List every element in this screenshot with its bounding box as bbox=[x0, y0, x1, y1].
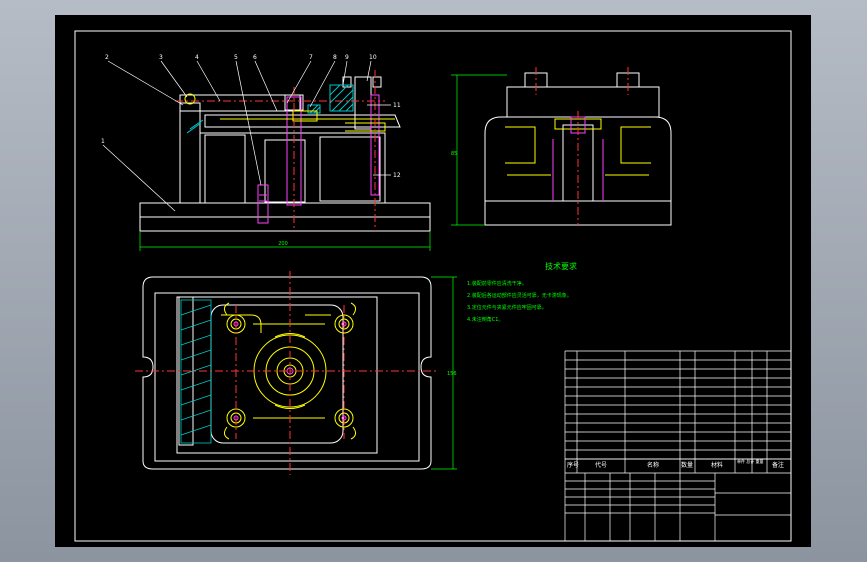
front-bolts bbox=[257, 94, 380, 224]
front-view: 200 2 3 4 5 6 7 8 9 10 11 12 1 bbox=[101, 54, 431, 251]
side-height-dimension: 85 bbox=[451, 151, 457, 157]
side-dimension bbox=[451, 74, 507, 226]
balloon-label: 5 bbox=[234, 54, 238, 61]
bom-header-weight: 单件 总计 重量 bbox=[737, 458, 764, 464]
balloon-label: 9 bbox=[345, 54, 349, 61]
tech-req-line: 2.装配后各运动部件应灵活可靠，无卡滞现象。 bbox=[467, 292, 572, 299]
bom-header-qty: 数量 bbox=[681, 461, 693, 469]
front-hatch bbox=[186, 84, 354, 134]
bom-header-name: 名称 bbox=[647, 461, 659, 469]
side-view: 85 bbox=[451, 67, 672, 226]
tech-req-line: 3.定位元件与夹紧元件应牢固可靠。 bbox=[467, 304, 547, 311]
technical-requirements: 技术要求 1.装配前零件应清洗干净。 2.装配后各运动部件应灵活可靠，无卡滞现象… bbox=[467, 261, 577, 323]
bom-header-code: 代号 bbox=[595, 461, 607, 469]
front-leaders bbox=[102, 60, 391, 212]
bom-header-seq: 序号 bbox=[567, 461, 579, 469]
bom-header: 序号 代号 名称 数量 材料 单件 总计 重量 备注 bbox=[567, 458, 784, 469]
balloon-labels: 2 3 4 5 6 7 8 9 10 11 12 1 bbox=[101, 54, 401, 179]
plan-height-dimension: 156 bbox=[447, 371, 457, 377]
balloon-label: 12 bbox=[393, 172, 401, 179]
bom-header-remark: 备注 bbox=[772, 461, 784, 469]
balloon-label: 6 bbox=[253, 54, 257, 61]
bom-table bbox=[564, 350, 791, 541]
front-width-dimension: 200 bbox=[278, 241, 288, 247]
assembly-drawing: 200 2 3 4 5 6 7 8 9 10 11 12 1 85 156 技术要求 … bbox=[74, 30, 792, 542]
bom-header-material: 材料 bbox=[711, 461, 723, 469]
front-hidden bbox=[184, 93, 395, 132]
tech-req-title: 技术要求 bbox=[545, 261, 577, 271]
cad-window: 200 2 3 4 5 6 7 8 9 10 11 12 1 85 156 技术… bbox=[0, 0, 867, 562]
balloon-label: 1 bbox=[101, 138, 105, 145]
balloon-label: 4 bbox=[195, 54, 199, 61]
balloon-label: 11 bbox=[393, 102, 401, 109]
plan-view: 156 bbox=[135, 271, 457, 475]
tech-req-line: 1.装配前零件应清洗干净。 bbox=[467, 280, 527, 287]
balloon-label: 10 bbox=[369, 54, 377, 61]
balloon-label: 3 bbox=[159, 54, 163, 61]
balloon-label: 2 bbox=[105, 54, 109, 61]
balloon-label: 8 bbox=[333, 54, 337, 61]
title-block: 序号 代号 名称 数量 材料 单件 总计 重量 备注 bbox=[564, 350, 791, 541]
plan-fixtures bbox=[221, 302, 357, 440]
drawing-sheet: 200 2 3 4 5 6 7 8 9 10 11 12 1 85 156 技术… bbox=[55, 15, 811, 547]
balloon-label: 7 bbox=[309, 54, 313, 61]
tech-req-line: 4.未注倒角C1。 bbox=[467, 316, 503, 323]
front-outline bbox=[139, 76, 431, 232]
